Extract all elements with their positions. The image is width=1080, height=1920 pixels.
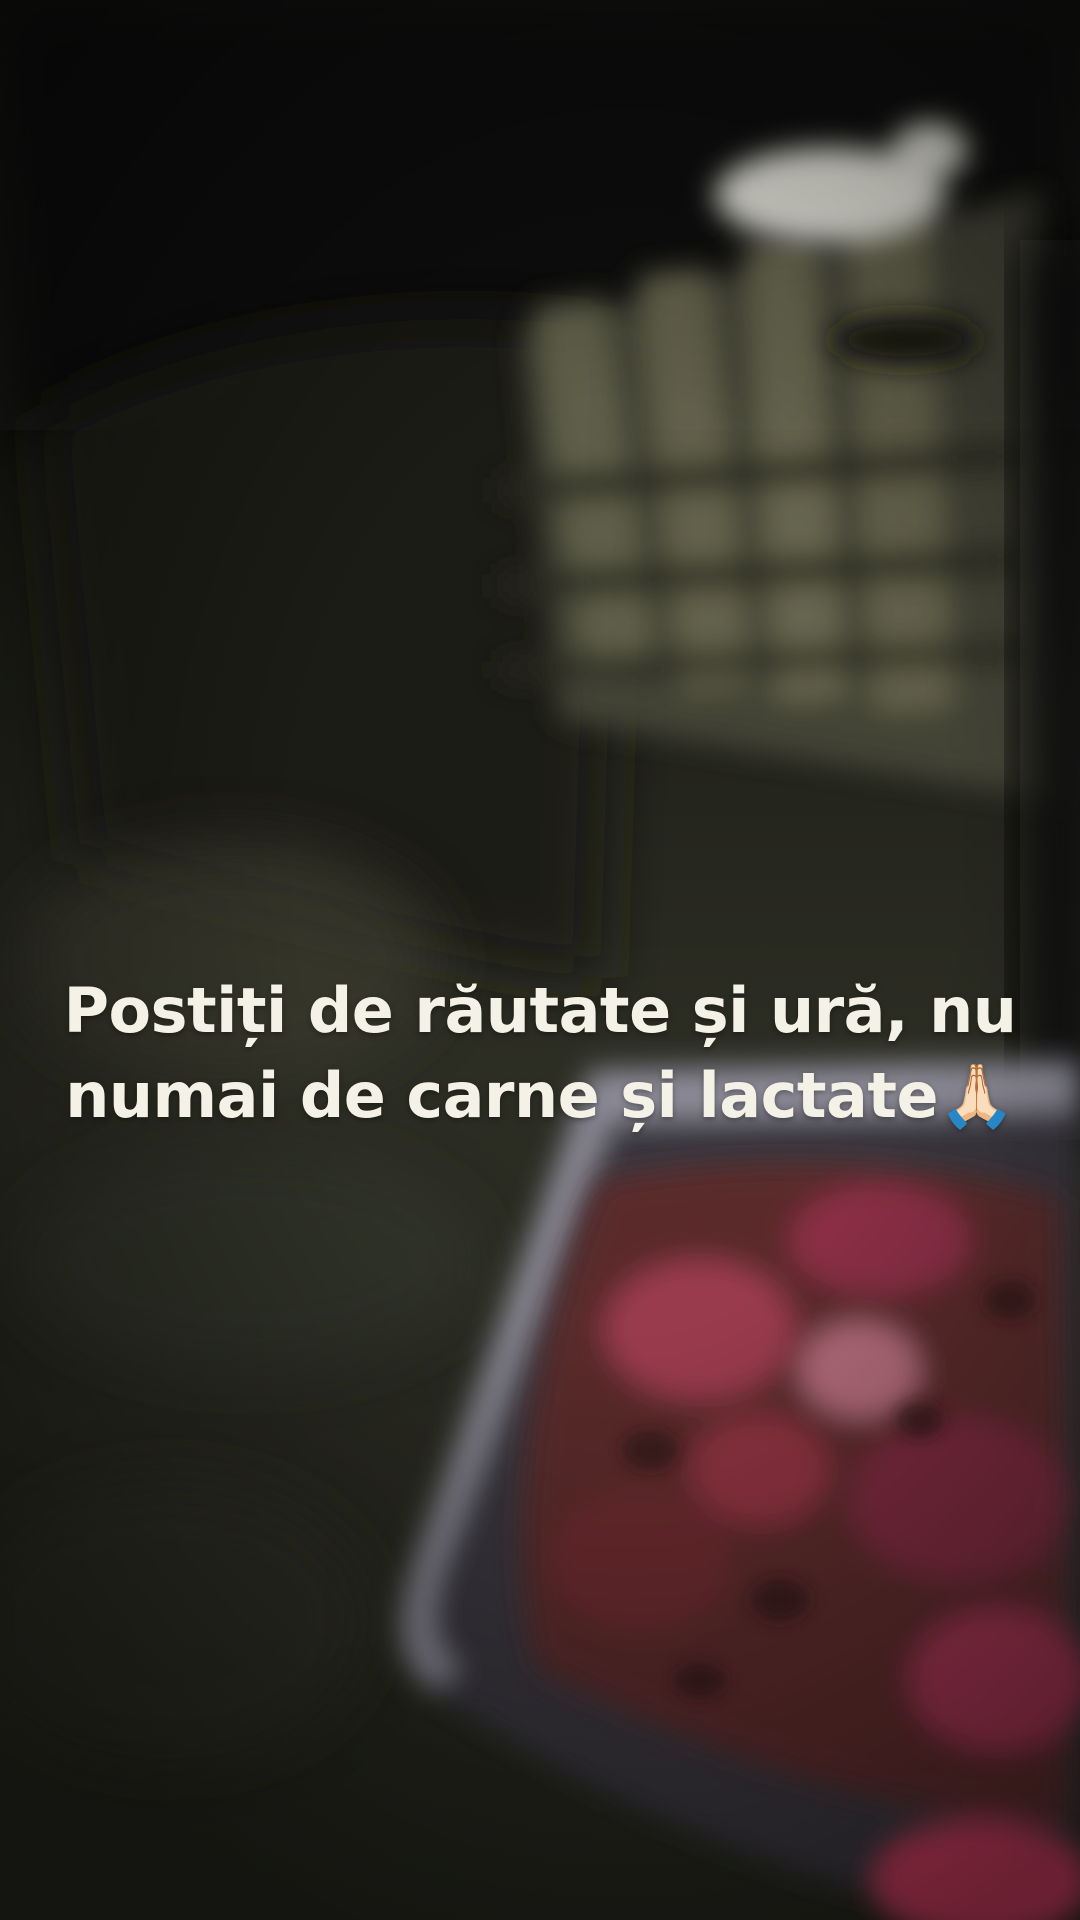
caption-line-1: Postiți de răutate și ură, nu [63, 974, 1017, 1047]
video-frame[interactable]: Postiți de răutate și ură, nu numai de c… [0, 0, 1080, 1920]
video-caption: Postiți de răutate și ură, nu numai de c… [60, 968, 1020, 1138]
blurred-scene-image [0, 0, 1080, 1920]
caption-line-2: numai de carne și lactate🙏🏻 [65, 1059, 1015, 1132]
